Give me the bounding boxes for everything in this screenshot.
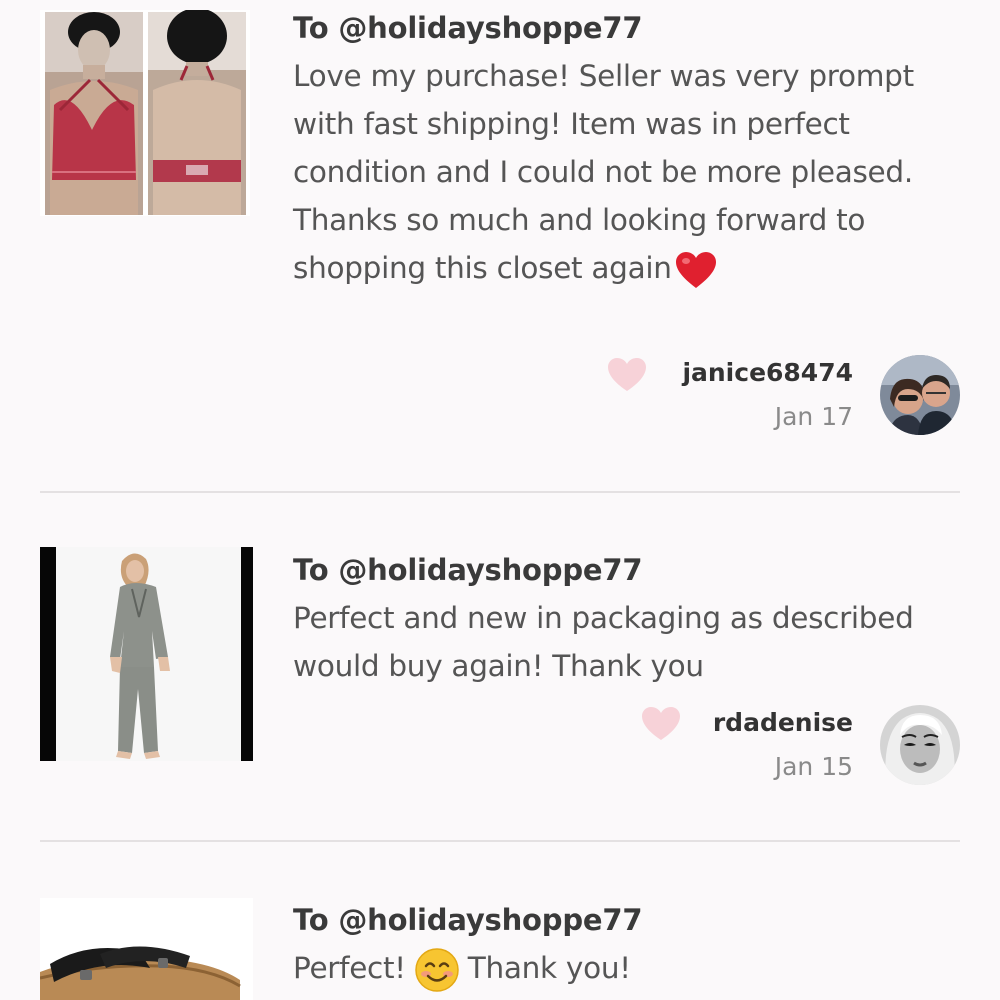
review-content: To @holidayshoppe77 Perfect and new in p… bbox=[293, 552, 960, 690]
item-thumbnail[interactable] bbox=[40, 10, 250, 216]
review-recipient[interactable]: To @holidayshoppe77 bbox=[293, 552, 960, 588]
review-divider bbox=[40, 491, 960, 493]
reviewer-avatar[interactable] bbox=[880, 355, 960, 435]
review-date: Jan 17 bbox=[774, 402, 853, 431]
review-content: To @holidayshoppe77 Love my purchase! Se… bbox=[293, 10, 960, 292]
review-item: To @holidayshoppe77 Perfect! Thank you! bbox=[0, 844, 1000, 1000]
review-footer: rdadenise Jan 15 bbox=[460, 705, 960, 795]
review-item: To @holidayshoppe77 Love my purchase! Se… bbox=[0, 0, 1000, 494]
smiling-face-emoji-icon bbox=[415, 947, 459, 992]
review-text: Perfect! Thank you! bbox=[293, 944, 960, 993]
item-thumbnail[interactable] bbox=[40, 898, 253, 1000]
item-thumbnail[interactable] bbox=[40, 547, 253, 761]
reviewer-username[interactable]: rdadenise bbox=[713, 705, 853, 741]
review-recipient[interactable]: To @holidayshoppe77 bbox=[293, 902, 960, 938]
review-date: Jan 15 bbox=[774, 752, 853, 781]
red-heart-emoji-icon bbox=[675, 251, 716, 288]
reviewer-username[interactable]: janice68474 bbox=[682, 355, 853, 391]
reviewer-avatar[interactable] bbox=[880, 705, 960, 785]
review-footer: janice68474 Jan 17 bbox=[460, 355, 960, 445]
review-text-after: Thank you! bbox=[467, 951, 631, 985]
review-text-content: Love my purchase! Seller was very prompt… bbox=[293, 59, 914, 285]
review-divider bbox=[40, 840, 960, 842]
like-heart-icon[interactable] bbox=[607, 357, 647, 393]
review-item: To @holidayshoppe77 Perfect and new in p… bbox=[0, 494, 1000, 844]
review-text-before: Perfect! bbox=[293, 951, 406, 985]
review-content: To @holidayshoppe77 Perfect! Thank you! bbox=[293, 902, 960, 993]
review-recipient[interactable]: To @holidayshoppe77 bbox=[293, 10, 960, 46]
review-text: Love my purchase! Seller was very prompt… bbox=[293, 52, 960, 292]
review-feed: To @holidayshoppe77 Love my purchase! Se… bbox=[0, 0, 1000, 1000]
review-text: Perfect and new in packaging as describe… bbox=[293, 601, 914, 683]
like-heart-icon[interactable] bbox=[641, 706, 681, 742]
